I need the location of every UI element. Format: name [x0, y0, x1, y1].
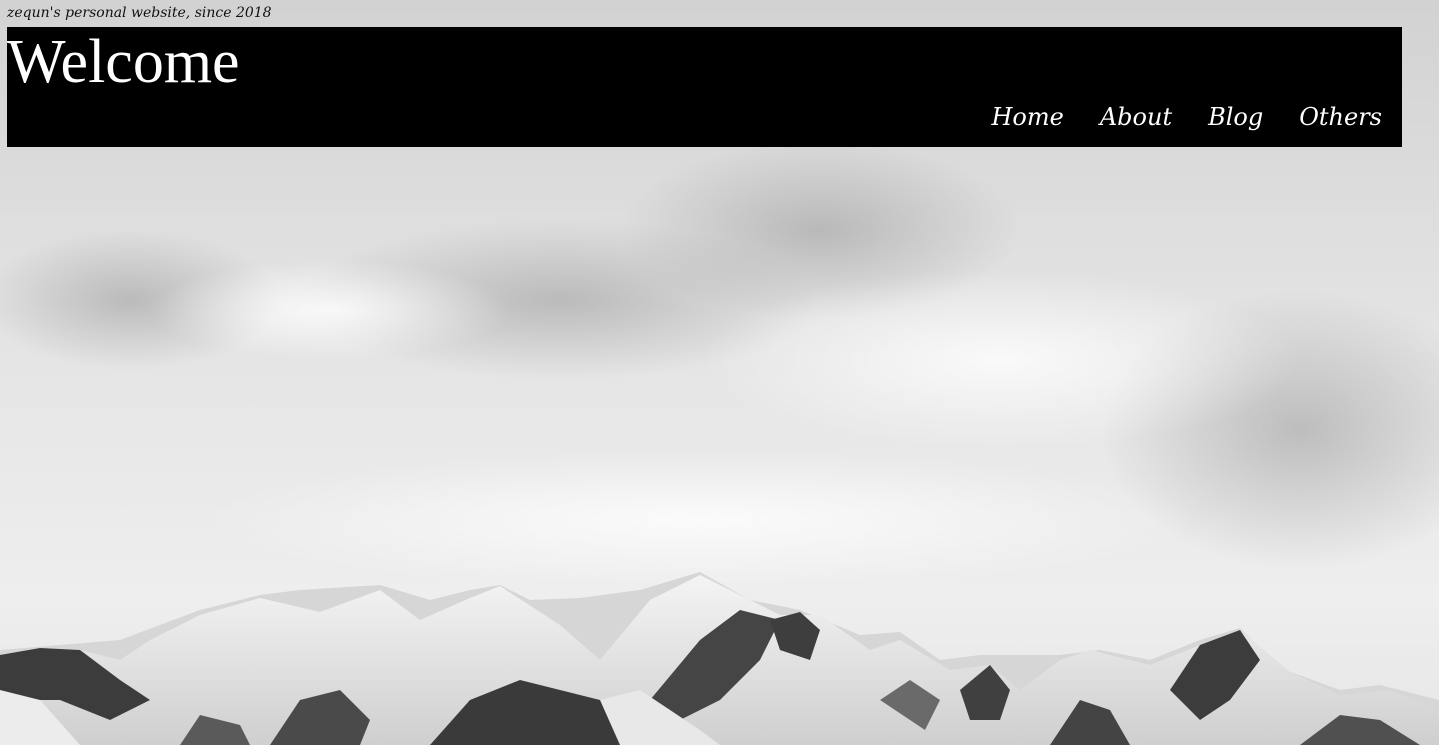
- header-bar: Welcome Home About Blog Others: [7, 27, 1402, 147]
- nav-link-about[interactable]: About: [1100, 105, 1172, 129]
- nav-link-home[interactable]: Home: [992, 105, 1064, 129]
- page-title: Welcome: [7, 28, 240, 96]
- nav-link-others[interactable]: Others: [1299, 105, 1382, 129]
- nav-link-blog[interactable]: Blog: [1208, 105, 1263, 129]
- main-nav: Home About Blog Others: [992, 105, 1383, 129]
- site-tagline: zequn's personal website, since 2018: [7, 5, 272, 21]
